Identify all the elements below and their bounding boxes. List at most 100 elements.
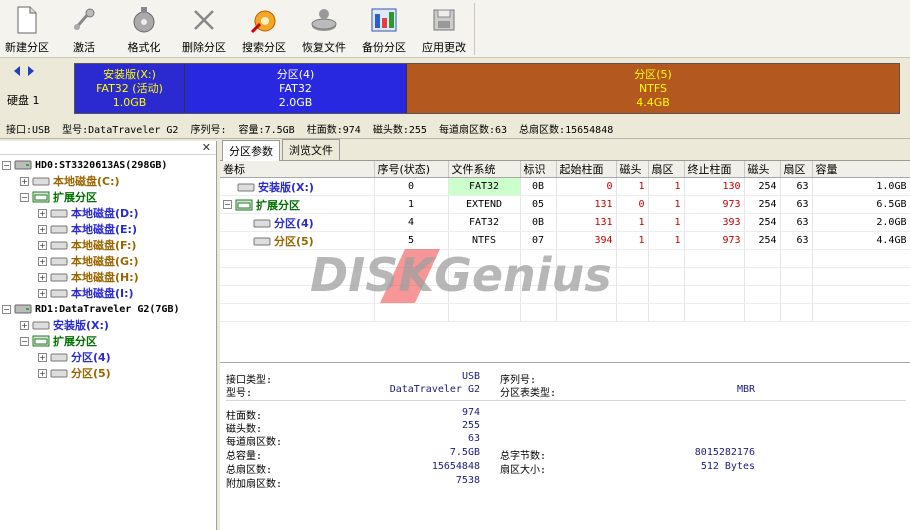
col-start-head[interactable]: 磁头	[616, 161, 649, 178]
tree-rd1-extended-label: 扩展分区	[53, 335, 97, 348]
expand-icon[interactable]: +	[38, 208, 47, 218]
backup-partition-label: 备份分区	[362, 41, 406, 54]
disk-label: 硬盘 1	[7, 94, 40, 107]
tree-node-rd1[interactable]: − RD1:DataTraveler G2(7GB)	[2, 301, 180, 317]
next-disk-icon[interactable]	[26, 65, 36, 77]
col-start-sector[interactable]: 扇区	[648, 161, 685, 178]
format-button[interactable]: 格式化	[114, 0, 174, 58]
volume-icon	[50, 289, 68, 298]
new-partition-button[interactable]: 新建分区	[0, 0, 54, 58]
backup-partition-icon	[369, 4, 399, 36]
col-filesystem[interactable]: 文件系统	[448, 161, 521, 178]
recover-file-label: 恢复文件	[302, 41, 346, 54]
backup-partition-button[interactable]: 备份分区	[354, 0, 414, 58]
col-index[interactable]: 序号(状态)	[374, 161, 449, 178]
row-filesystem: NTFS	[448, 231, 521, 250]
detail-extra-sectors-value: 7538	[455, 475, 480, 486]
col-end-sector[interactable]: 扇区	[780, 161, 813, 178]
expand-icon[interactable]: +	[38, 256, 47, 266]
tab-partition-params[interactable]: 分区参数	[222, 140, 280, 161]
tree-node-rd1-extended[interactable]: − 扩展分区	[20, 333, 97, 349]
volume-icon	[50, 273, 68, 282]
col-capacity[interactable]: 容量	[812, 161, 910, 178]
tree-node-d[interactable]: + 本地磁盘(D:)	[38, 205, 139, 221]
collapse-icon[interactable]: −	[2, 160, 11, 170]
tree-i-label: 本地磁盘(I:)	[71, 287, 134, 300]
row-index: 5	[374, 231, 449, 250]
row-capacity: 2.0GB	[812, 213, 910, 232]
col-id[interactable]: 标识	[520, 161, 557, 178]
prev-disk-icon[interactable]	[12, 65, 22, 77]
tree-node-f[interactable]: + 本地磁盘(F:)	[38, 237, 136, 253]
col-start-cylinder[interactable]: 起始柱面	[556, 161, 617, 178]
apply-changes-button[interactable]: 应用更改	[414, 0, 474, 58]
expand-icon[interactable]: +	[38, 368, 47, 378]
table-row[interactable]: 分区(4) 4 FAT32 0B 131 1 1 393 254 63 2.0G…	[220, 213, 910, 232]
recover-file-button[interactable]: 恢复文件	[294, 0, 354, 58]
segment-p4-size: 2.0GB	[278, 95, 313, 109]
volume-icon	[50, 225, 68, 234]
collapse-icon[interactable]: −	[223, 200, 232, 209]
search-partition-button[interactable]: 搜索分区	[234, 0, 294, 58]
expand-icon[interactable]: +	[38, 240, 47, 250]
expand-icon[interactable]: +	[38, 272, 47, 282]
expand-icon[interactable]: +	[20, 176, 29, 186]
tree-node-g[interactable]: + 本地磁盘(G:)	[38, 253, 138, 269]
row-end-sector: 63	[780, 231, 813, 250]
close-icon[interactable]: ✕	[202, 141, 211, 154]
segment-install-fs: FAT32 (活动)	[96, 81, 163, 95]
tree-node-x[interactable]: + 安装版(X:)	[20, 317, 109, 333]
col-end-cylinder[interactable]: 终止柱面	[684, 161, 745, 178]
table-row[interactable]: − 扩展分区 1 EXTEND 05 131 0 1 973 254 63 6.5…	[220, 195, 910, 214]
row-volume: 安装版(X:)	[258, 180, 314, 194]
detail-sector-size-label: 扇区大小:	[500, 465, 547, 476]
info-model: 型号:DataTraveler G2	[62, 125, 179, 136]
tree-node-h[interactable]: + 本地磁盘(H:)	[38, 269, 139, 285]
volume-icon	[237, 183, 255, 191]
table-row[interactable]: 分区(5) 5 NTFS 07 394 1 1 973 254 63 4.4GB	[220, 231, 910, 250]
tree-node-i[interactable]: + 本地磁盘(I:)	[38, 285, 134, 301]
table-row[interactable]: 安装版(X:) 0 FAT32 0B 0 1 1 130 254 63 1.0G…	[220, 177, 910, 196]
expand-icon[interactable]: +	[38, 352, 47, 362]
activate-label: 激活	[73, 41, 95, 54]
segment-partition-4[interactable]: 分区(4) FAT32 2.0GB	[185, 64, 407, 113]
tree-p4-label: 分区(4)	[71, 351, 111, 364]
detail-total-sectors-value: 15654848	[431, 461, 480, 472]
expand-icon[interactable]: +	[38, 224, 47, 234]
expand-icon[interactable]: +	[20, 320, 29, 330]
row-end-head: 254	[744, 231, 781, 250]
tree-node-hd0-extended[interactable]: − 扩展分区	[20, 189, 97, 205]
segment-partition-5[interactable]: 分区(5) NTFS 4.4GB	[407, 64, 899, 113]
tree-node-e[interactable]: + 本地磁盘(E:)	[38, 221, 137, 237]
segment-p5-name: 分区(5)	[634, 67, 672, 81]
tree-node-hd0[interactable]: − HD0:ST3320613AS(298GB)	[2, 157, 167, 173]
expand-icon[interactable]: +	[38, 288, 47, 298]
tree-rd1-label: RD1:DataTraveler G2(7GB)	[35, 303, 180, 315]
delete-partition-label: 删除分区	[182, 41, 226, 54]
tab-browse-files[interactable]: 浏览文件	[282, 139, 340, 160]
volume-icon	[50, 369, 68, 378]
detail-total-bytes-label: 总字节数:	[500, 451, 547, 462]
tree-node-partition-5[interactable]: + 分区(5)	[38, 365, 111, 381]
col-volume[interactable]: 卷标	[220, 161, 375, 178]
segment-install[interactable]: 安装版(X:) FAT32 (活动) 1.0GB	[75, 64, 185, 113]
detail-total-sectors-label: 总扇区数:	[226, 465, 273, 476]
disk-info-line: 接口:USB 型号:DataTraveler G2 序列号: 容量:7.5GB …	[0, 117, 910, 139]
toolbar: 新建分区 激活 格式化 删除分区 搜索分区 恢复文件 备份分区 应用更改	[0, 0, 910, 58]
tree-node-c[interactable]: + 本地磁盘(C:)	[20, 173, 120, 189]
delete-partition-button[interactable]: 删除分区	[174, 0, 234, 58]
collapse-icon[interactable]: −	[20, 192, 29, 202]
tree-node-partition-4[interactable]: + 分区(4)	[38, 349, 111, 365]
activate-button[interactable]: 激活	[54, 0, 114, 58]
row-index: 1	[374, 195, 449, 214]
segment-p4-name: 分区(4)	[276, 67, 315, 81]
row-start-cylinder: 131	[556, 213, 617, 232]
activate-icon	[69, 4, 99, 36]
collapse-icon[interactable]: −	[20, 336, 29, 346]
col-end-head[interactable]: 磁头	[744, 161, 781, 178]
collapse-icon[interactable]: −	[2, 304, 11, 314]
detail-model-value: DataTraveler G2	[389, 384, 480, 395]
detail-capacity-label: 总容量:	[226, 451, 263, 462]
row-end-head: 254	[744, 177, 781, 196]
row-filesystem: FAT32	[448, 177, 521, 196]
